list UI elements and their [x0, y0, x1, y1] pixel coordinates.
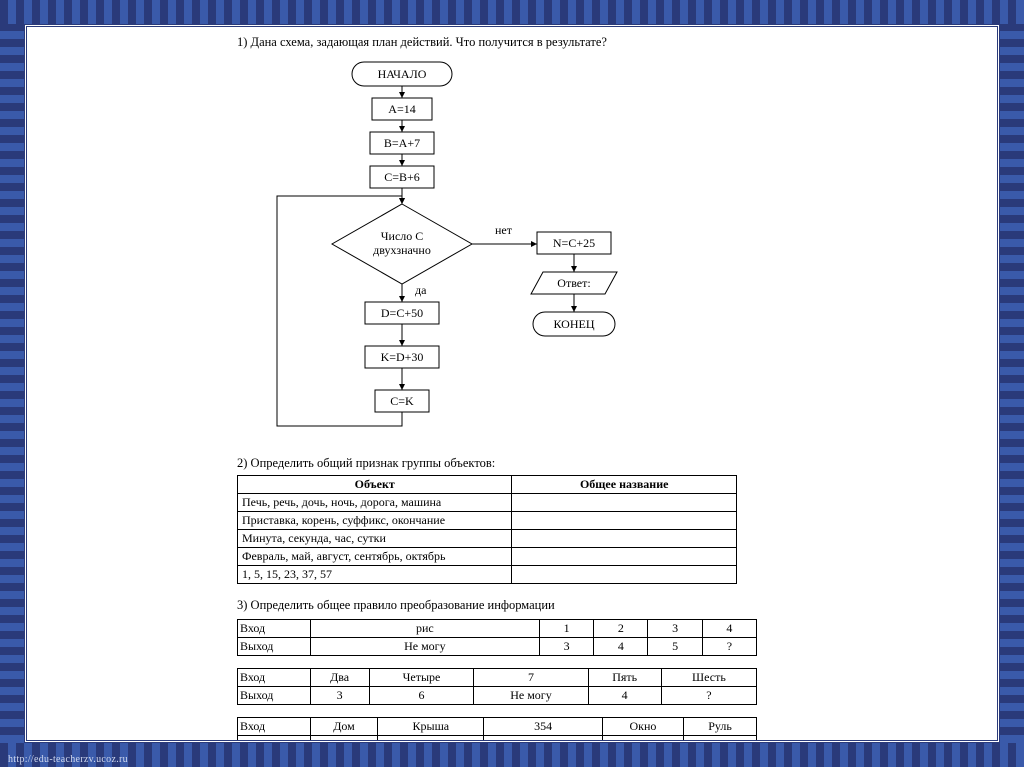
flow-cond-l1: Число C: [381, 229, 424, 243]
flow-end: КОНЕЦ: [553, 317, 594, 331]
document-body: 1) Дана схема, задающая план действий. Ч…: [237, 33, 777, 743]
flow-k: K=D+30: [381, 350, 424, 364]
task3-table-a: Вход рис 1 2 3 4 Выход Не могу 3 4 5 ?: [237, 619, 757, 656]
task2-table: Объект Общее название Печь, речь, дочь, …: [237, 475, 737, 584]
flowchart: НАЧАЛО A=14 B=A+7 C=B+6 Число C двухзнач…: [237, 54, 777, 454]
flow-ans: Ответ:: [557, 276, 590, 290]
flow-a: A=14: [388, 102, 415, 116]
question-3: 3) Определить общее правило преобразован…: [237, 598, 777, 613]
flow-start: НАЧАЛО: [378, 67, 427, 81]
t2-header-object: Объект: [238, 476, 512, 494]
question-1: 1) Дана схема, задающая план действий. Ч…: [237, 35, 777, 50]
t2-row: Печь, речь, дочь, ночь, дорога, машина: [238, 494, 512, 512]
flow-c: C=B+6: [384, 170, 420, 184]
task3-table-c: Вход Дом Крыша 354 Окно Руль Выход м а Н…: [237, 717, 757, 743]
flow-d: D=C+50: [381, 306, 423, 320]
flow-n: N=C+25: [553, 236, 595, 250]
t2-row: Февраль, май, август, сентябрь, октябрь: [238, 548, 512, 566]
content-frame: 1) Дана схема, задающая план действий. Ч…: [24, 24, 1000, 743]
flow-no: нет: [495, 223, 513, 237]
flow-b: B=A+7: [384, 136, 420, 150]
t2-row: Минута, секунда, час, сутки: [238, 530, 512, 548]
question-2: 2) Определить общий признак группы объек…: [237, 456, 777, 471]
flow-yes: да: [415, 283, 427, 297]
flow-ck: C=K: [390, 394, 414, 408]
flow-cond-l2: двухзначно: [373, 243, 431, 257]
decorative-border: 1) Дана схема, задающая план действий. Ч…: [0, 0, 1024, 767]
t2-header-name: Общее название: [512, 476, 737, 494]
task3-table-b: Вход Два Четыре 7 Пять Шесть Выход 3 6 Н…: [237, 668, 757, 705]
t2-row: Приставка, корень, суффикс, окончание: [238, 512, 512, 530]
t2-row: 1, 5, 15, 23, 37, 57: [238, 566, 512, 584]
footer-url: http://edu-teacherzv.ucoz.ru: [8, 754, 128, 765]
